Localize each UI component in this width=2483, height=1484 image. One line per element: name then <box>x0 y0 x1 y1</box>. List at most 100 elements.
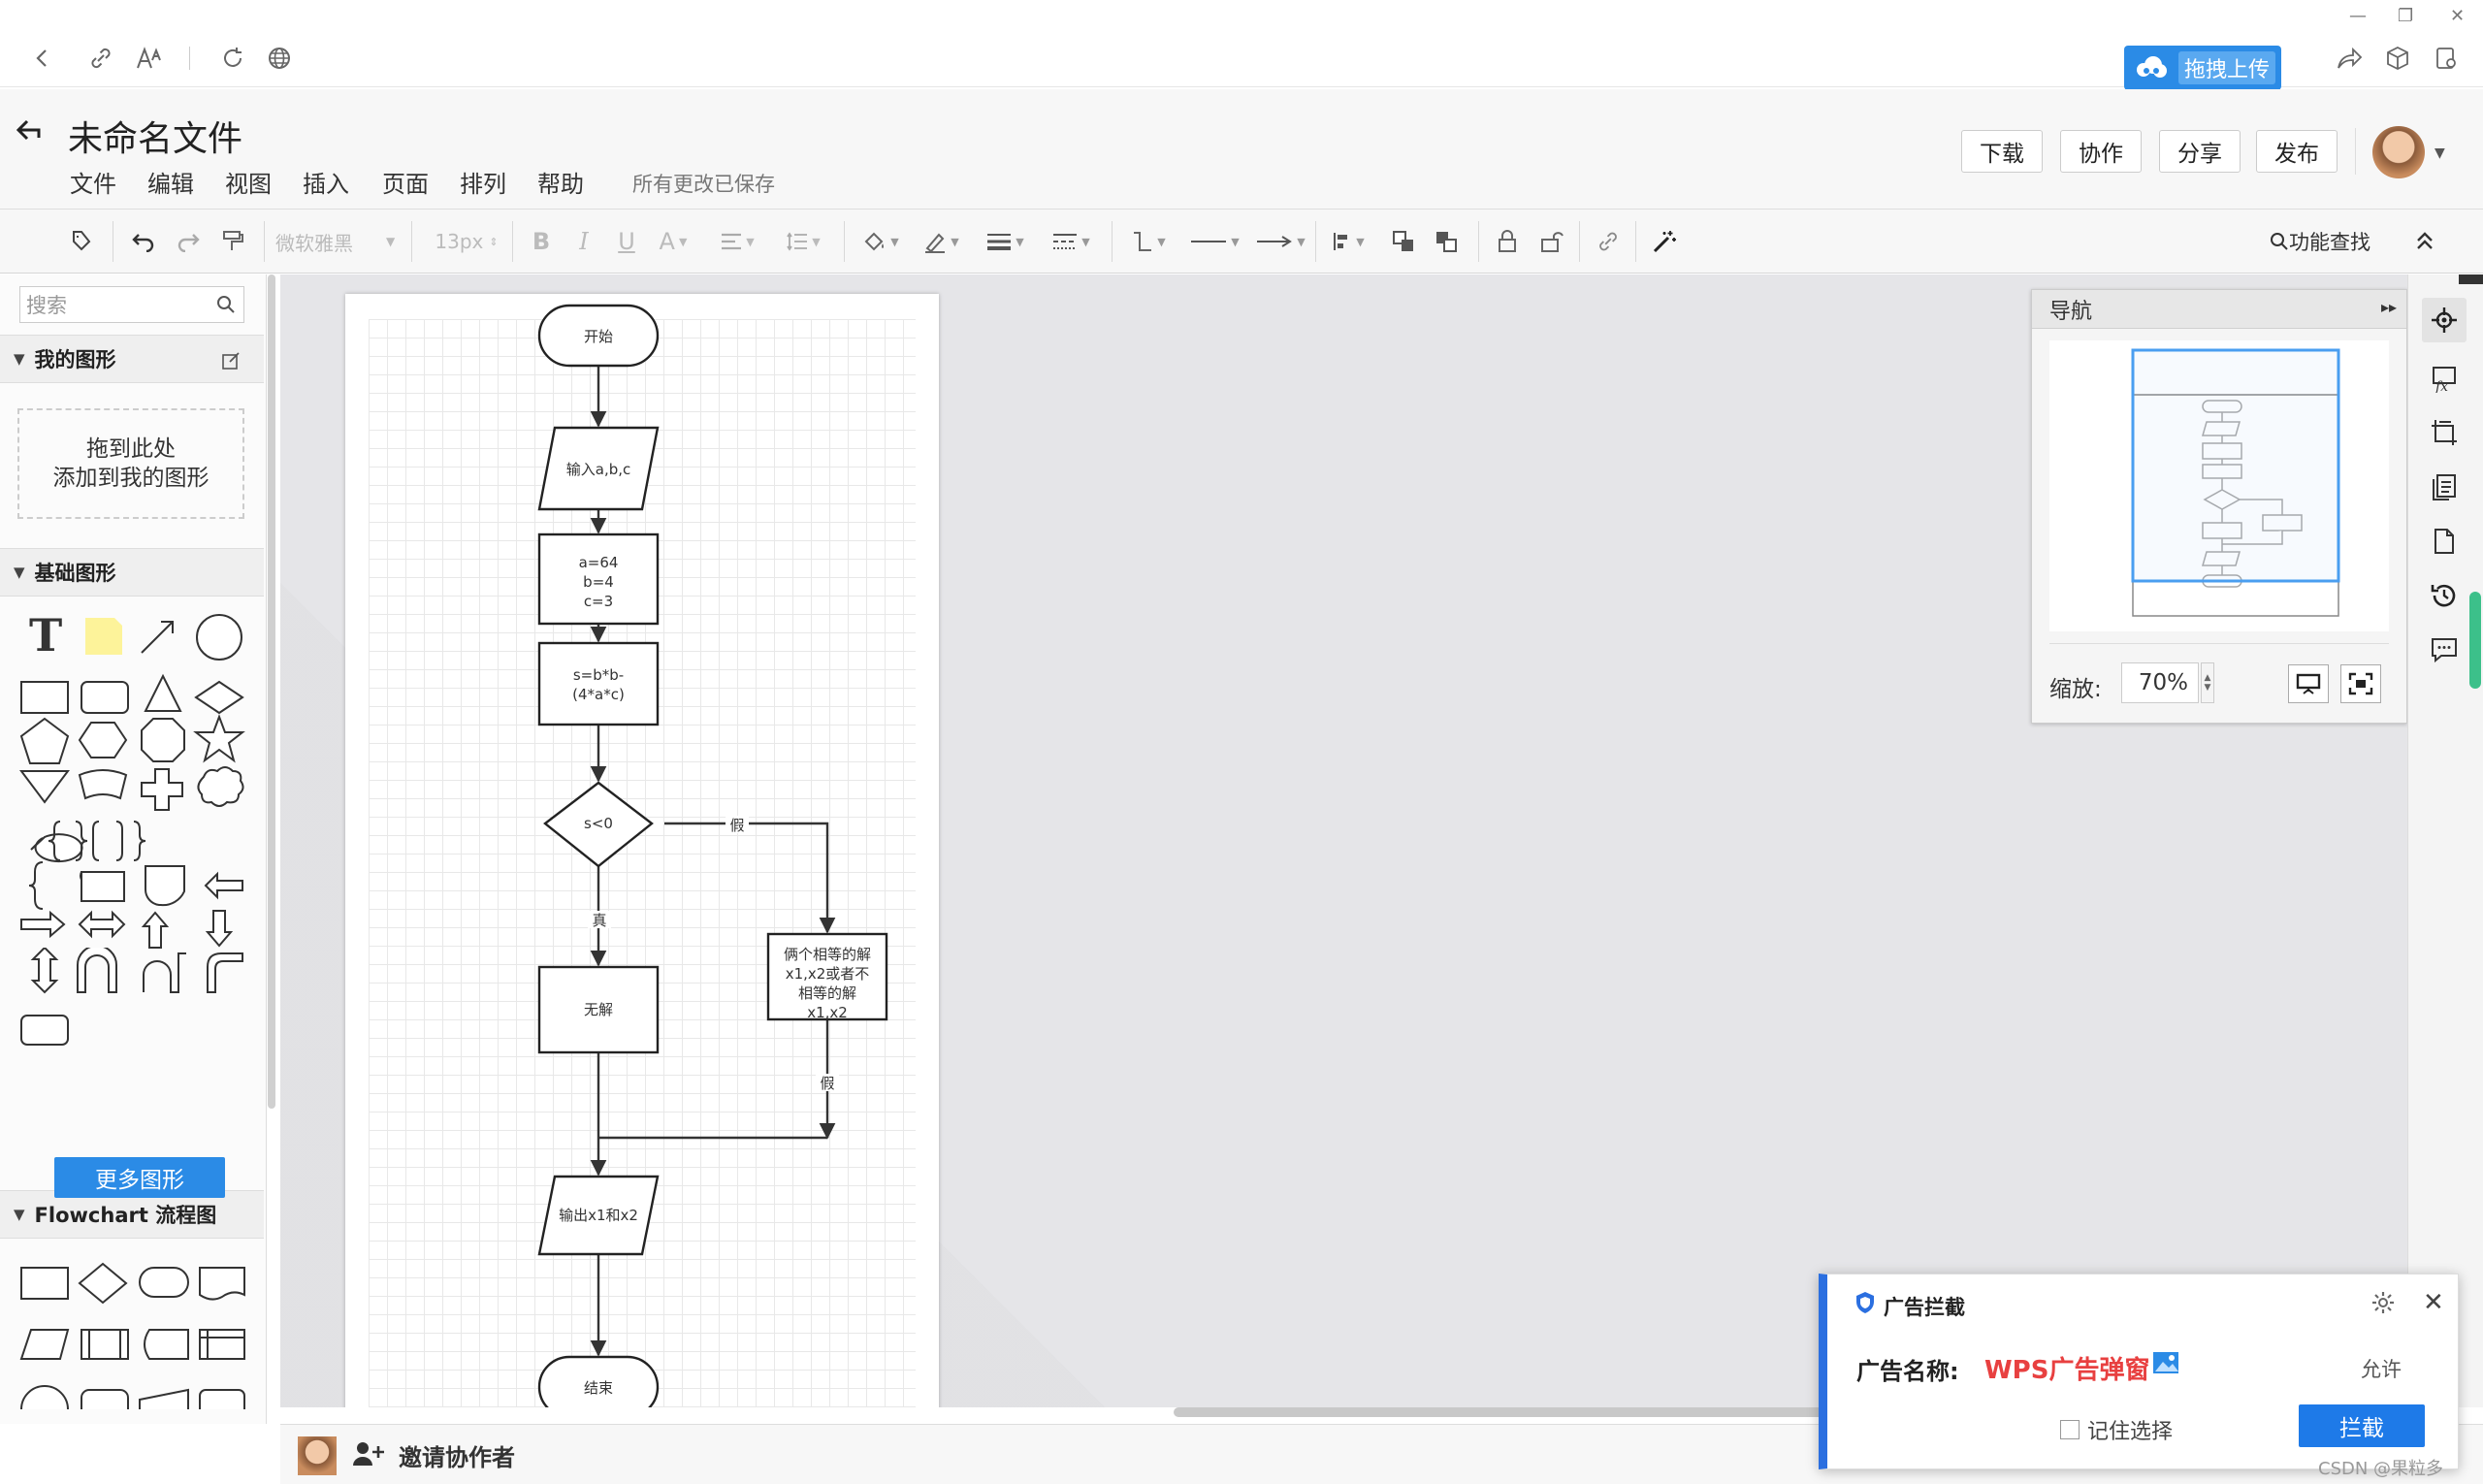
formula-icon[interactable]: fx <box>2422 356 2467 401</box>
drag-upload-button[interactable]: 拖拽上传 <box>2124 46 2281 90</box>
share-button[interactable]: 分享 <box>2159 130 2241 173</box>
zoom-input[interactable]: 70% <box>2121 662 2199 703</box>
collapse-arrow-icon[interactable]: ▸▸ <box>2381 298 2397 316</box>
font-family-select[interactable]: 微软雅黑 ▼ <box>275 223 402 260</box>
format-painter-icon[interactable] <box>62 223 101 260</box>
present-icon[interactable] <box>2288 664 2329 703</box>
pages-icon[interactable] <box>2422 465 2467 509</box>
right-scroll-indicator[interactable] <box>2469 592 2481 689</box>
lock-icon[interactable] <box>1488 223 1527 260</box>
menu-view[interactable]: 视图 <box>225 165 272 199</box>
magic-wand-icon[interactable] <box>1645 223 1684 260</box>
minimize-icon[interactable]: — <box>2349 6 2367 26</box>
block-button[interactable]: 拦截 <box>2299 1404 2425 1447</box>
line-spacing-icon[interactable]: ▼ <box>782 223 824 260</box>
browser-toolbar: — ❐ ✕ 拖拽上传 <box>0 0 2483 90</box>
more-shapes-button[interactable]: 更多图形 <box>54 1157 225 1198</box>
back-icon[interactable] <box>23 39 62 78</box>
menu-edit[interactable]: 编辑 <box>147 165 194 199</box>
bring-front-icon[interactable] <box>1385 223 1424 260</box>
history-icon[interactable] <box>2422 573 2467 618</box>
close-window-icon[interactable]: ✕ <box>2450 6 2465 26</box>
menu-insert[interactable]: 插入 <box>303 165 349 199</box>
document-icon[interactable] <box>2422 519 2467 564</box>
flow-solutions-line1: 俩个相等的解 <box>784 946 871 963</box>
zoom-stepper[interactable]: ▲ ▼ <box>2201 662 2214 703</box>
line-color-icon[interactable]: ▼ <box>918 223 964 260</box>
link-icon[interactable] <box>81 39 120 78</box>
allow-button[interactable]: 允许 <box>2361 1354 2402 1383</box>
download-button[interactable]: 下载 <box>1961 130 2043 173</box>
menu-page[interactable]: 页面 <box>382 165 429 199</box>
close-icon[interactable]: ✕ <box>2423 1288 2444 1317</box>
publish-button[interactable]: 发布 <box>2256 130 2338 173</box>
send-back-icon[interactable] <box>1428 223 1467 260</box>
connector-type-icon[interactable]: ▼ <box>1125 223 1172 260</box>
image-icon[interactable] <box>2151 1350 2180 1375</box>
cube-icon[interactable] <box>2378 39 2417 78</box>
remember-choice-label: 记住选择 <box>2087 1420 2174 1444</box>
comment-icon[interactable] <box>2422 628 2467 672</box>
remember-choice-checkbox[interactable]: 记住选择 <box>2060 1414 2173 1445</box>
document-title[interactable]: 未命名文件 <box>68 111 242 161</box>
share-arrow-icon[interactable] <box>2330 39 2369 78</box>
collab-button[interactable]: 协作 <box>2060 130 2142 173</box>
gear-icon[interactable] <box>2370 1290 2396 1315</box>
back-to-home-icon[interactable] <box>16 118 47 144</box>
line-end-arrow-icon[interactable]: ▼ <box>1249 223 1311 260</box>
align-objects-icon[interactable]: ▼ <box>1327 223 1370 260</box>
user-avatar[interactable] <box>298 1436 337 1475</box>
unlock-icon[interactable] <box>1532 223 1571 260</box>
italic-icon[interactable]: I <box>566 223 601 260</box>
section-my-shapes[interactable]: ▼ 我的图形 <box>0 335 264 383</box>
add-user-icon[interactable] <box>352 1440 385 1468</box>
line-width-icon[interactable]: ▼ <box>982 223 1028 260</box>
feature-search-button[interactable]: 功能查找 <box>2262 223 2378 260</box>
chevron-down-icon[interactable]: ▼ <box>2435 145 2445 161</box>
invite-collaborators-button[interactable]: 邀请协作者 <box>399 1438 515 1472</box>
align-icon[interactable]: ▼ <box>716 223 758 260</box>
navigator-preview[interactable] <box>2049 340 2389 631</box>
ad-popup-title: 广告拦截 <box>1884 1296 1965 1319</box>
link-icon[interactable] <box>1589 223 1628 260</box>
redo-icon[interactable] <box>169 223 208 260</box>
diagram-page[interactable]: 开始 输入a,b,c a=64 b=4 c=3 s=b*b- (4*a*c) s… <box>345 294 939 1407</box>
left-panel-scrollbar[interactable] <box>268 274 275 1109</box>
font-size-input[interactable]: 13px ⇕ <box>433 223 500 260</box>
restore-icon[interactable]: ❐ <box>2398 6 2413 26</box>
divider <box>1315 221 1316 262</box>
fit-screen-icon[interactable] <box>2340 664 2381 703</box>
menu-help[interactable]: 帮助 <box>537 165 584 199</box>
undo-icon[interactable] <box>124 223 163 260</box>
canvas-horizontal-scrollbar[interactable] <box>1174 1407 1833 1417</box>
my-shapes-drop-area[interactable]: 拖到此处 添加到我的图形 <box>17 408 244 519</box>
divider <box>844 221 845 262</box>
checkbox-box[interactable] <box>2060 1420 2080 1439</box>
flow-true-label: 真 <box>592 912 606 929</box>
feature-search-label: 功能查找 <box>2289 231 2370 254</box>
line-start-icon[interactable]: ▼ <box>1183 223 1245 260</box>
fill-color-icon[interactable]: ▼ <box>857 223 904 260</box>
edit-icon[interactable] <box>221 351 241 371</box>
flowchart-shapes-grid <box>19 1262 245 1409</box>
bold-icon[interactable]: B <box>524 223 559 260</box>
menu-file[interactable]: 文件 <box>70 165 116 199</box>
menu-arrange[interactable]: 排列 <box>460 165 506 199</box>
line-style-icon[interactable]: ▼ <box>1048 223 1094 260</box>
refresh-icon[interactable] <box>213 39 252 78</box>
underline-icon[interactable]: U <box>609 223 644 260</box>
divider <box>2355 128 2356 175</box>
section-basic-shapes[interactable]: ▼ 基础图形 <box>0 548 264 597</box>
page-setup-icon[interactable] <box>2422 410 2467 455</box>
avatar[interactable] <box>2372 126 2425 178</box>
paint-format-icon[interactable] <box>213 223 252 260</box>
app-header: 未命名文件 文件 编辑 视图 插入 页面 排列 帮助 所有更改已保存 下载 协作… <box>0 89 2483 210</box>
collapse-toolbar-icon[interactable] <box>2405 223 2444 260</box>
globe-icon[interactable] <box>260 39 299 78</box>
shape-search-input[interactable]: 搜索 <box>19 286 244 323</box>
user-settings-icon[interactable] <box>2427 39 2466 78</box>
navigator-toggle-icon[interactable] <box>2422 298 2467 342</box>
font-color-icon[interactable]: A ▼ <box>652 223 694 260</box>
text-size-icon[interactable] <box>130 39 169 78</box>
collapse-triangle-icon: ▼ <box>14 564 25 581</box>
